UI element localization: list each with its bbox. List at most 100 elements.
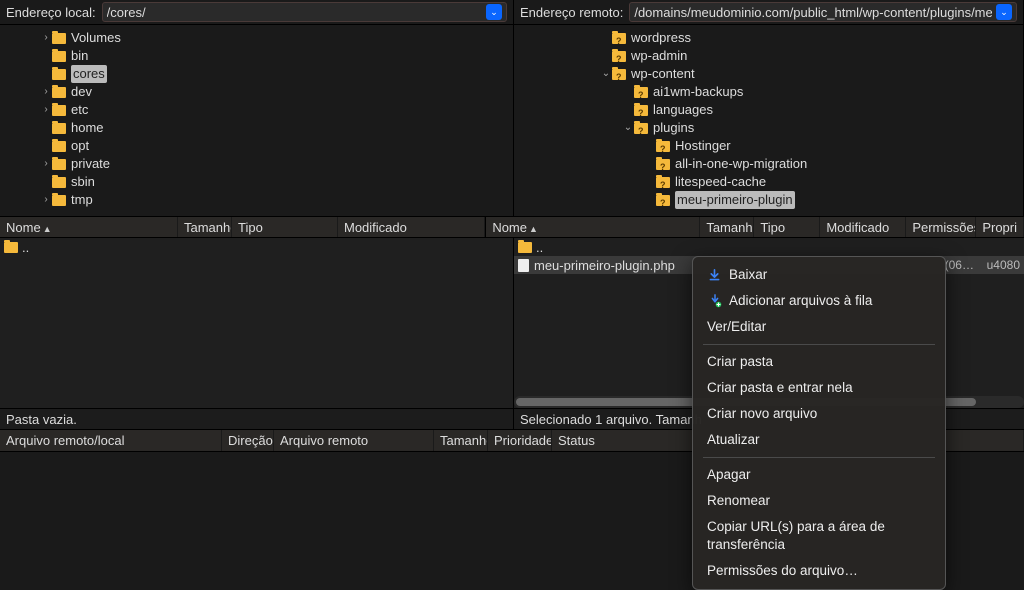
tree-node[interactable]: cores <box>0 65 513 83</box>
local-file-list[interactable]: .. <box>0 238 514 408</box>
folder-icon <box>612 69 626 80</box>
local-address-dropdown-icon[interactable]: ⌄ <box>486 4 502 20</box>
tree-node[interactable]: ›tmp <box>0 191 513 209</box>
tree-node-label: ai1wm-backups <box>653 83 743 101</box>
local-address-input-wrap[interactable]: ⌄ <box>102 2 507 22</box>
header-type[interactable]: Tipo <box>232 217 338 237</box>
menu-item-view-edit[interactable]: Ver/Editar <box>693 314 945 340</box>
header-remotefile[interactable]: Arquivo remoto <box>274 430 434 451</box>
file-perms: (06… <box>945 258 987 272</box>
tree-node-label: bin <box>71 47 88 65</box>
tree-node[interactable]: languages <box>514 101 1023 119</box>
menu-item-copy-urls[interactable]: Copiar URL(s) para a área de transferênc… <box>693 514 945 558</box>
menu-item-file-permissions[interactable]: Permissões do arquivo… <box>693 558 945 584</box>
tree-node[interactable]: opt <box>0 137 513 155</box>
tree-node[interactable]: wp-admin <box>514 47 1023 65</box>
menu-item-label: Adicionar arquivos à fila <box>729 292 872 310</box>
header-owner[interactable]: Propri <box>976 217 1024 237</box>
file-name: .. <box>536 240 1020 255</box>
file-owner: u4080 <box>987 258 1020 272</box>
remote-address-dropdown-icon[interactable]: ⌄ <box>996 4 1012 20</box>
chevron-right-icon[interactable]: › <box>40 155 52 173</box>
file-row-parent[interactable]: .. <box>514 238 1024 256</box>
file-name: .. <box>22 240 509 255</box>
menu-item-refresh[interactable]: Atualizar <box>693 427 945 453</box>
remote-address-bar: Endereço remoto: ⌄ <box>514 0 1024 24</box>
header-serverlocal[interactable]: Arquivo remoto/local <box>0 430 222 451</box>
folder-icon <box>656 141 670 152</box>
header-name[interactable]: Nome▲ <box>0 217 178 237</box>
chevron-down-icon[interactable]: ⌄ <box>600 65 612 83</box>
tree-node-label: litespeed-cache <box>675 173 766 191</box>
header-name[interactable]: Nome▲ <box>486 217 700 237</box>
folder-icon <box>634 87 648 98</box>
tree-node[interactable]: all-in-one-wp-migration <box>514 155 1023 173</box>
tree-node[interactable]: bin <box>0 47 513 65</box>
file-row-parent[interactable]: .. <box>0 238 513 256</box>
menu-separator <box>703 457 935 458</box>
folder-icon <box>52 177 66 188</box>
tree-node[interactable]: Hostinger <box>514 137 1023 155</box>
folder-icon <box>656 195 670 206</box>
tree-node-label: meu-primeiro-plugin <box>675 191 795 209</box>
tree-node[interactable]: sbin <box>0 173 513 191</box>
header-size[interactable]: Tamanho <box>178 217 232 237</box>
tree-node[interactable]: wordpress <box>514 29 1023 47</box>
tree-node-label: Volumes <box>71 29 121 47</box>
chevron-right-icon[interactable]: › <box>40 83 52 101</box>
chevron-down-icon[interactable]: ⌄ <box>622 119 634 137</box>
chevron-right-icon[interactable]: › <box>40 29 52 47</box>
sort-asc-icon: ▲ <box>43 224 52 234</box>
header-type[interactable]: Tipo <box>754 217 820 237</box>
header-size[interactable]: Tamanho <box>434 430 488 451</box>
context-menu: Baixar Adicionar arquivos à fila Ver/Edi… <box>692 256 946 590</box>
chevron-right-icon[interactable]: › <box>40 191 52 209</box>
remote-address-input-wrap[interactable]: ⌄ <box>629 2 1017 22</box>
tree-node[interactable]: ⌄ wp-content <box>514 65 1023 83</box>
local-directory-tree[interactable]: ›Volumesbincores›dev›etchomeopt›privates… <box>0 24 514 216</box>
header-size[interactable]: Tamanho <box>700 217 754 237</box>
remote-address-input[interactable] <box>634 5 992 20</box>
header-permissions[interactable]: Permissões <box>906 217 976 237</box>
menu-item-add-to-queue[interactable]: Adicionar arquivos à fila <box>693 288 945 314</box>
header-direction[interactable]: Direção <box>222 430 274 451</box>
tree-node-label: wp-content <box>631 65 695 83</box>
folder-icon <box>4 242 18 253</box>
folder-icon <box>52 123 66 134</box>
header-priority[interactable]: Prioridade <box>488 430 552 451</box>
sort-asc-icon: ▲ <box>529 224 538 234</box>
folder-icon <box>612 33 626 44</box>
menu-item-delete[interactable]: Apagar <box>693 462 945 488</box>
header-modified[interactable]: Modificado <box>338 217 485 237</box>
menu-item-create-dir-enter[interactable]: Criar pasta e entrar nela <box>693 375 945 401</box>
tree-node[interactable]: ai1wm-backups <box>514 83 1023 101</box>
tree-node-label: all-in-one-wp-migration <box>675 155 807 173</box>
add-to-queue-icon <box>707 294 722 309</box>
tree-node[interactable]: meu-primeiro-plugin <box>514 191 1023 209</box>
local-address-input[interactable] <box>107 5 482 20</box>
tree-node-label: etc <box>71 101 88 119</box>
menu-item-create-dir[interactable]: Criar pasta <box>693 349 945 375</box>
chevron-right-icon[interactable]: › <box>40 101 52 119</box>
local-address-bar: Endereço local: ⌄ <box>0 0 514 24</box>
menu-item-create-file[interactable]: Criar novo arquivo <box>693 401 945 427</box>
remote-directory-tree[interactable]: wordpresswp-admin⌄wp-contentai1wm-backup… <box>514 24 1024 216</box>
tree-node-label: sbin <box>71 173 95 191</box>
tree-node[interactable]: home <box>0 119 513 137</box>
tree-node[interactable]: › etc <box>0 101 513 119</box>
tree-node[interactable]: litespeed-cache <box>514 173 1023 191</box>
local-file-list-header: Nome▲ Tamanho Tipo Modificado <box>0 217 486 237</box>
tree-node-label: opt <box>71 137 89 155</box>
menu-item-download[interactable]: Baixar <box>693 262 945 288</box>
menu-item-rename[interactable]: Renomear <box>693 488 945 514</box>
menu-item-label: Baixar <box>729 266 767 284</box>
tree-node[interactable]: › Volumes <box>0 29 513 47</box>
tree-node[interactable]: › dev <box>0 83 513 101</box>
tree-node[interactable]: ⌄ plugins <box>514 119 1023 137</box>
tree-node-label: home <box>71 119 104 137</box>
tree-node[interactable]: ›private <box>0 155 513 173</box>
tree-node-label: dev <box>71 83 92 101</box>
folder-icon <box>52 159 66 170</box>
tree-node-label: plugins <box>653 119 694 137</box>
header-modified[interactable]: Modificado <box>820 217 906 237</box>
